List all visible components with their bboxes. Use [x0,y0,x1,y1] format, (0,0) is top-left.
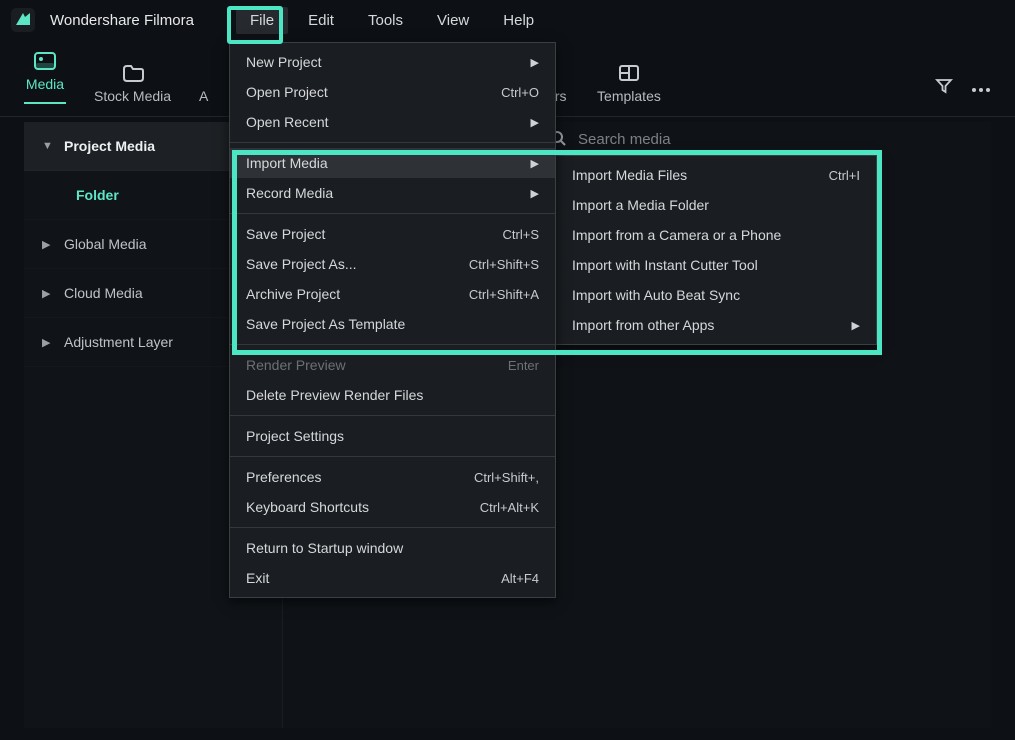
tab-label: Stock Media [94,88,171,104]
menuitem-preferences[interactable]: PreferencesCtrl+Shift+, [230,462,555,492]
menuitem-import-camera-phone[interactable]: Import from a Camera or a Phone [556,220,876,250]
menuitem-save-project-as[interactable]: Save Project As...Ctrl+Shift+S [230,249,555,279]
menu-tools[interactable]: Tools [354,7,417,34]
chevron-right-icon: ▶ [42,238,52,251]
menuitem-keyboard-shortcuts[interactable]: Keyboard ShortcutsCtrl+Alt+K [230,492,555,522]
menuitem-import-other-apps[interactable]: Import from other Apps▶ [556,310,876,340]
tab-media[interactable]: Media [24,52,66,110]
chevron-right-icon: ▶ [531,56,539,69]
tab-stock-media[interactable]: Stock Media [94,64,171,110]
chevron-right-icon: ▶ [531,187,539,200]
menuitem-archive-project[interactable]: Archive ProjectCtrl+Shift+A [230,279,555,309]
more-icon[interactable] [971,80,991,96]
menu-edit[interactable]: Edit [294,7,348,34]
app-logo-icon [10,7,36,33]
chevron-right-icon: ▶ [42,287,52,300]
file-menu: New Project▶ Open ProjectCtrl+O Open Rec… [229,42,556,598]
chevron-right-icon: ▶ [852,319,860,332]
import-media-submenu: Import Media FilesCtrl+I Import a Media … [555,155,877,345]
chevron-right-icon: ▶ [42,336,52,349]
menuitem-record-media[interactable]: Record Media▶ [230,178,555,208]
menuitem-save-project[interactable]: Save ProjectCtrl+S [230,219,555,249]
menuitem-exit[interactable]: ExitAlt+F4 [230,563,555,593]
search-input[interactable] [576,130,900,149]
menuitem-new-project[interactable]: New Project▶ [230,47,555,77]
menu-help[interactable]: Help [489,7,548,34]
audio-icon [199,64,209,82]
sidebar-item-label: Folder [76,187,119,203]
media-icon [34,52,56,70]
menuitem-save-template[interactable]: Save Project As Template [230,309,555,339]
tab-label: Media [26,76,64,92]
sidebar-item-label: Cloud Media [64,285,143,301]
search-bar [550,130,900,149]
menu-separator [230,142,555,143]
sidebar-item-label: Global Media [64,236,147,252]
menu-separator [230,213,555,214]
menu-separator [230,527,555,528]
chevron-right-icon: ▶ [531,157,539,170]
menuitem-import-media[interactable]: Import Media▶ [230,148,555,178]
menuitem-import-media-files[interactable]: Import Media FilesCtrl+I [556,160,876,190]
tab-label: Templates [597,88,661,104]
menuitem-open-project[interactable]: Open ProjectCtrl+O [230,77,555,107]
menuitem-import-media-folder[interactable]: Import a Media Folder [556,190,876,220]
chevron-right-icon: ▶ [531,116,539,129]
tabbar-right [935,77,991,98]
menu-view[interactable]: View [423,7,483,34]
chevron-down-icon: ▼ [42,140,52,152]
menuitem-delete-preview[interactable]: Delete Preview Render Files [230,380,555,410]
menuitem-import-auto-beat-sync[interactable]: Import with Auto Beat Sync [556,280,876,310]
menu-separator [230,456,555,457]
filter-icon[interactable] [935,77,953,98]
stock-media-icon [122,64,144,82]
menu-separator [230,415,555,416]
tab-templates[interactable]: Templates [597,64,661,110]
menuitem-return-startup[interactable]: Return to Startup window [230,533,555,563]
menuitem-project-settings[interactable]: Project Settings [230,421,555,451]
menuitem-render-preview: Render PreviewEnter [230,350,555,380]
title-bar: Wondershare Filmora File Edit Tools View… [0,0,1015,40]
tab-audio-partial[interactable]: A [199,64,209,110]
menu-file[interactable]: File [236,7,288,34]
menu-separator [230,344,555,345]
menuitem-import-instant-cutter[interactable]: Import with Instant Cutter Tool [556,250,876,280]
templates-icon [618,64,640,82]
menu-bar: File Edit Tools View Help [236,7,548,34]
sidebar-item-label: Adjustment Layer [64,334,173,350]
sidebar-item-label: Project Media [64,138,155,154]
menuitem-open-recent[interactable]: Open Recent▶ [230,107,555,137]
app-title: Wondershare Filmora [50,12,194,29]
tab-label: A [199,88,208,104]
